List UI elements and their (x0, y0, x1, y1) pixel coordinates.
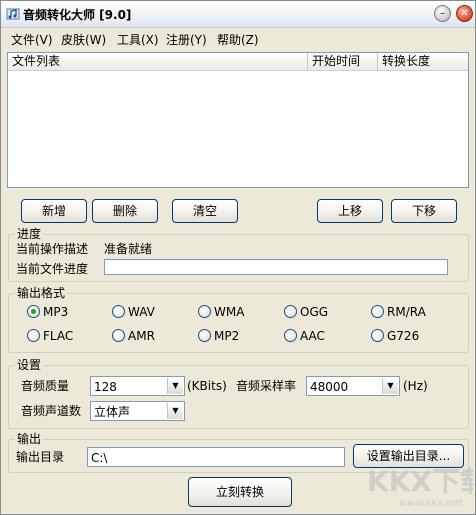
column-convert-length[interactable]: 转换长度 (378, 53, 468, 70)
add-button[interactable]: 新增 (21, 199, 87, 223)
settings-group-title: 设置 (15, 358, 44, 372)
kkx-watermark-logo: KKX下载 www.kkx.net (367, 465, 473, 509)
radio-mp3[interactable] (27, 305, 40, 318)
radio-label-rmra[interactable]: RM/RA (387, 305, 426, 319)
menu-help[interactable]: 帮助(Z) (217, 31, 259, 48)
output-dir-input[interactable]: C:\ (87, 447, 345, 467)
app-music-icon (6, 8, 20, 20)
chevron-down-icon[interactable]: ▼ (167, 403, 183, 419)
progress-group-title: 进度 (15, 227, 44, 241)
watermark-url: www.kkx.net (399, 498, 463, 509)
column-file-list[interactable]: 文件列表 (8, 53, 308, 70)
file-progress-bar (104, 259, 448, 275)
settings-group: 设置 音频质量 128 ▼ (KBits) 音频采样率 48000 ▼ (Hz)… (8, 358, 469, 429)
minimize-icon: – (440, 7, 445, 19)
file-list[interactable]: 文件列表 开始时间 转换长度 (7, 52, 469, 188)
title-bar[interactable]: 音频转化大师 [9.0] – ✕ (1, 1, 475, 28)
radio-label-mp2[interactable]: MP2 (214, 329, 239, 343)
move-down-button[interactable]: 下移 (391, 199, 457, 223)
progress-group: 进度 当前操作描述 准备就绪 当前文件进度 (8, 227, 469, 282)
delete-button[interactable]: 删除 (92, 199, 158, 223)
quality-label: 音频质量 (21, 379, 70, 393)
radio-label-wav[interactable]: WAV (128, 305, 155, 319)
clear-button[interactable]: 清空 (172, 199, 238, 223)
radio-ogg[interactable] (284, 305, 297, 318)
window-title: 音频转化大师 [9.0] (23, 8, 132, 22)
watermark-text: KKX下载 (367, 465, 473, 498)
quality-combo[interactable]: 128 ▼ (90, 376, 185, 396)
radio-label-aac[interactable]: AAC (300, 329, 325, 343)
radio-label-mp3[interactable]: MP3 (43, 305, 68, 319)
radio-label-wma[interactable]: WMA (214, 305, 244, 319)
sample-rate-unit: (Hz) (403, 379, 428, 393)
quality-value: 128 (94, 380, 117, 394)
radio-mp2[interactable] (198, 329, 211, 342)
column-start-time[interactable]: 开始时间 (308, 53, 378, 70)
chevron-down-icon[interactable]: ▼ (167, 378, 183, 394)
menu-tools[interactable]: 工具(X) (117, 31, 159, 48)
operation-label: 当前操作描述 (16, 242, 89, 256)
channels-label: 音频声道数 (21, 404, 82, 418)
close-icon: ✕ (460, 7, 469, 19)
convert-now-button[interactable]: 立刻转换 (188, 477, 292, 507)
radio-flac[interactable] (27, 329, 40, 342)
channels-value: 立体声 (94, 405, 131, 419)
operation-value: 准备就绪 (104, 242, 153, 256)
radio-label-g726[interactable]: G726 (387, 329, 419, 343)
menu-bar: 文件(V) 皮肤(W) 工具(X) 注册(Y) 帮助(Z) (1, 28, 475, 50)
output-dir-value: C:\ (91, 451, 108, 465)
minimize-button[interactable]: – (434, 5, 451, 22)
radio-label-flac[interactable]: FLAC (43, 329, 73, 343)
output-dir-label: 输出目录 (16, 450, 65, 464)
radio-rmra[interactable] (371, 305, 384, 318)
file-list-header: 文件列表 开始时间 转换长度 (8, 53, 468, 71)
radio-g726[interactable] (371, 329, 384, 342)
radio-wma[interactable] (198, 305, 211, 318)
sample-rate-combo[interactable]: 48000 ▼ (306, 376, 400, 396)
menu-skin[interactable]: 皮肤(W) (61, 31, 106, 48)
file-progress-label: 当前文件进度 (16, 262, 89, 276)
radio-label-ogg[interactable]: OGG (300, 305, 328, 319)
move-up-button[interactable]: 上移 (317, 199, 383, 223)
menu-register[interactable]: 注册(Y) (166, 31, 207, 48)
output-format-group: 输出格式 MP3 WAV WMA OGG RM/RA FLAC AMR MP2 … (8, 286, 469, 353)
chevron-down-icon[interactable]: ▼ (382, 378, 398, 394)
app-window: 音频转化大师 [9.0] – ✕ 文件(V) 皮肤(W) 工具(X) 注册(Y)… (0, 0, 476, 515)
close-button[interactable]: ✕ (456, 5, 473, 22)
menu-file[interactable]: 文件(V) (11, 31, 53, 48)
quality-unit: (KBits) (187, 379, 227, 393)
sample-rate-label: 音频采样率 (236, 379, 297, 393)
radio-aac[interactable] (284, 329, 297, 342)
radio-label-amr[interactable]: AMR (128, 329, 155, 343)
radio-amr[interactable] (112, 329, 125, 342)
output-format-group-title: 输出格式 (15, 286, 68, 300)
channels-combo[interactable]: 立体声 ▼ (90, 401, 185, 421)
output-group-title: 输出 (15, 432, 44, 446)
radio-wav[interactable] (112, 305, 125, 318)
sample-rate-value: 48000 (310, 380, 349, 394)
